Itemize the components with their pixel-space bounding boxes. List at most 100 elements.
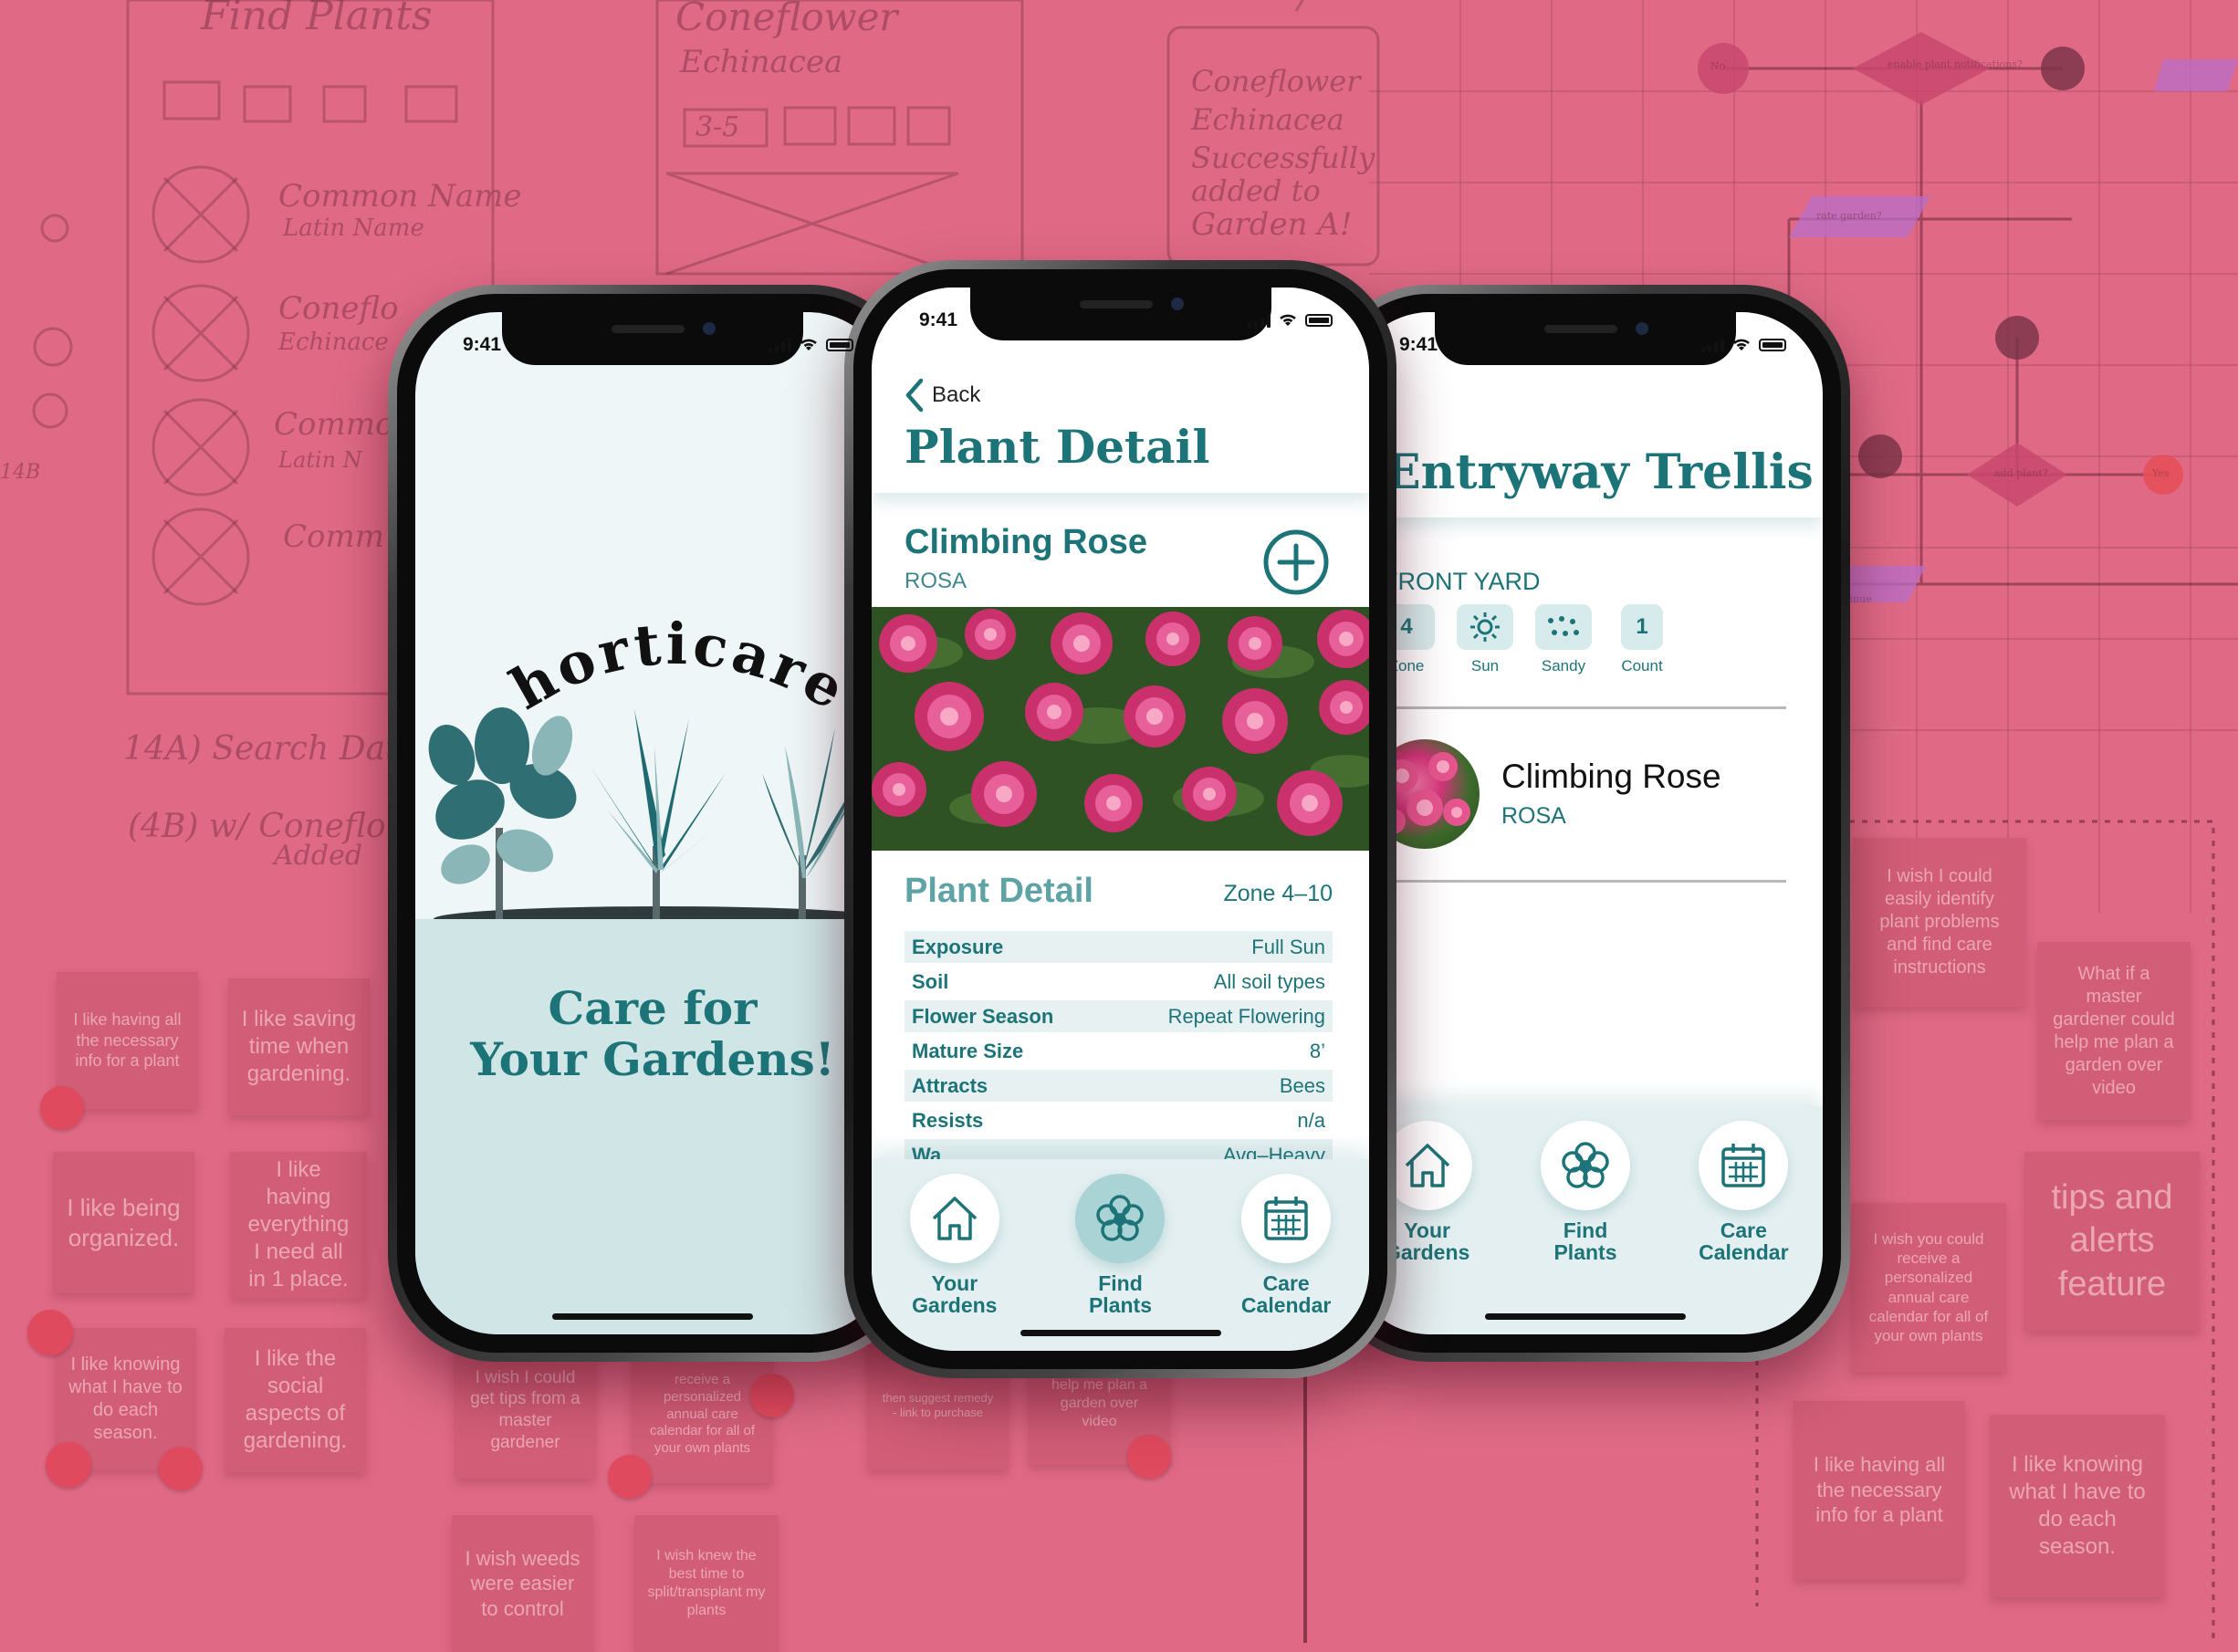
detail-value: n/a: [1297, 1108, 1325, 1132]
vote-dot: [40, 1086, 84, 1130]
home-indicator: [552, 1313, 753, 1320]
bottom-nav: Your Gardens Find Plants Care Calendar: [1348, 1106, 1823, 1334]
sketch-text: 3-5: [695, 111, 740, 143]
status-time: 9:41: [1399, 334, 1438, 355]
page-title: Plant Detail: [905, 420, 1210, 474]
sticky-note: I like the social aspects of gardening.: [225, 1328, 366, 1472]
detail-key: Flower Season: [912, 1004, 1054, 1028]
signal-icon: [769, 338, 791, 352]
sketch-text: Latin Name: [283, 214, 424, 242]
nav-care-calendar[interactable]: Care Calendar: [1670, 1121, 1816, 1334]
flower-icon: [1540, 1121, 1630, 1210]
flowchart-label: Yes: [2152, 467, 2170, 479]
sticky-note: I wish I could get tips from a master ga…: [455, 1342, 596, 1479]
plant-latin-name: ROSA: [1501, 803, 1566, 829]
sketch-text: 14A) Search Data: [123, 730, 418, 768]
sketch-text: Common Name: [278, 178, 522, 214]
detail-key: Resists: [912, 1108, 984, 1132]
vote-dot: [159, 1447, 203, 1490]
nav-label: Find Plants: [1553, 1218, 1617, 1265]
divider: [1370, 706, 1786, 709]
flower-icon: [1075, 1174, 1166, 1263]
detail-value: Full Sun: [1251, 935, 1325, 958]
nav-label: Your Gardens: [1384, 1218, 1470, 1265]
detail-value: All soil types: [1213, 969, 1325, 993]
section-title: Plant Detail: [905, 872, 1093, 910]
status-time: 9:41: [919, 309, 958, 330]
sun-icon: [1457, 604, 1513, 650]
sticky-note: I like having all the necessary info for…: [57, 972, 198, 1109]
signal-icon: [1248, 313, 1271, 328]
sticky-note: I wish weeds were easier to control: [452, 1515, 593, 1652]
sketch-text: added to: [1191, 173, 1321, 208]
sticky-note: I like having all the necessary info for…: [1794, 1401, 1965, 1579]
tagline-line1: Care for: [548, 981, 758, 1035]
back-label: Back: [932, 382, 981, 407]
battery-icon: [1305, 314, 1333, 327]
bottom-nav: Your Gardens Find Plants Care Calendar: [872, 1159, 1369, 1351]
plant-photo: [872, 607, 1369, 851]
battery-icon: [826, 339, 853, 351]
plant-latin-name: ROSA: [905, 569, 967, 593]
nav-label: Your Gardens: [912, 1271, 998, 1318]
wifi-icon: [1733, 339, 1750, 350]
status-icons: [769, 338, 853, 352]
sticky-note: I like saving time when gardening.: [228, 978, 370, 1115]
sketch-text: Find Plants: [201, 0, 433, 39]
zone-range: Zone 4–10: [1223, 881, 1333, 906]
dots-icon: [1535, 604, 1592, 650]
plant-name: Climbing Rose: [1501, 758, 1721, 795]
nav-label: Care Calendar: [1240, 1271, 1332, 1318]
calendar-icon: [1699, 1121, 1789, 1210]
detail-row: Attracts Bees: [905, 1070, 1333, 1102]
detail-value: Bees: [1279, 1073, 1325, 1097]
tagline-line2: Your Gardens!: [470, 1032, 835, 1086]
sketch-text: Comm: [283, 518, 384, 555]
condition-label: Sandy: [1541, 657, 1586, 674]
detail-key: Exposure: [912, 935, 1004, 958]
sticky-note: I wish you could receive a personalized …: [1851, 1203, 2006, 1372]
sketch-text: Successfully: [1191, 141, 1375, 175]
flowchart-label: rate garden?: [1816, 210, 1882, 222]
nav-find-plants[interactable]: Find Plants: [1512, 1121, 1658, 1334]
nav-care-calendar[interactable]: Care Calendar: [1213, 1174, 1359, 1351]
back-button[interactable]: Back: [903, 377, 980, 413]
detail-table: Exposure Full Sun Soil All soil types Fl…: [872, 931, 1369, 1174]
location-label: FRONT YARD: [1383, 568, 1541, 595]
flowchart-label: add plant?: [1994, 467, 2048, 479]
sticky-note: receive a personalized annual care calen…: [632, 1346, 773, 1483]
phone-garden: 9:41 Entryway Trellis FRONT YARD 4 Zone: [1321, 285, 1850, 1362]
sketch-text: Coneflower: [1191, 64, 1361, 99]
nav-label: Care Calendar: [1699, 1218, 1789, 1265]
nav-label: Find Plants: [1088, 1271, 1152, 1318]
page-title: Entryway Trellis: [1385, 444, 1814, 500]
nav-find-plants[interactable]: Find Plants: [1047, 1174, 1193, 1351]
status-icons: [1248, 313, 1333, 328]
signal-icon: [1701, 338, 1724, 352]
condition-soil[interactable]: Sandy: [1527, 604, 1600, 675]
chevron-left-icon: [905, 378, 924, 413]
condition-label: Count: [1621, 657, 1663, 674]
nav-your-gardens[interactable]: Your Gardens: [882, 1174, 1028, 1351]
detail-row: Resists n/a: [905, 1104, 1333, 1136]
sticky-note: What if a master gardener could help me …: [2037, 942, 2191, 1120]
sticky-note: I like knowing what I have to do each se…: [1990, 1415, 2165, 1597]
detail-row: Flower Season Repeat Flowering: [905, 1000, 1333, 1032]
tagline: Care for Your Gardens!: [415, 983, 890, 1085]
condition-sun[interactable]: Sun: [1448, 604, 1522, 675]
plant-list-item[interactable]: Climbing Rose ROSA: [1370, 739, 1786, 858]
sketch-text: Echinacea: [680, 44, 843, 80]
conditions-row: 4 Zone Sun Sandy 1 Count: [1370, 604, 1678, 675]
sketch-text: Echinacea: [1191, 102, 1344, 137]
sketch-text: Added: [274, 840, 363, 872]
condition-count[interactable]: 1 Count: [1605, 604, 1678, 675]
detail-key: Soil: [912, 969, 949, 993]
sketch-text: Echinace: [278, 329, 389, 356]
add-to-garden-button[interactable]: [1261, 528, 1331, 601]
sticky-note: I like being organized.: [53, 1152, 194, 1293]
plus-circle-icon: [1263, 529, 1329, 595]
count-value: 1: [1621, 604, 1663, 650]
phone-plant-detail: 9:41 Back Plant Detail Climbing Rose ROS…: [844, 260, 1396, 1378]
house-icon: [909, 1174, 999, 1263]
home-indicator: [1485, 1313, 1686, 1320]
